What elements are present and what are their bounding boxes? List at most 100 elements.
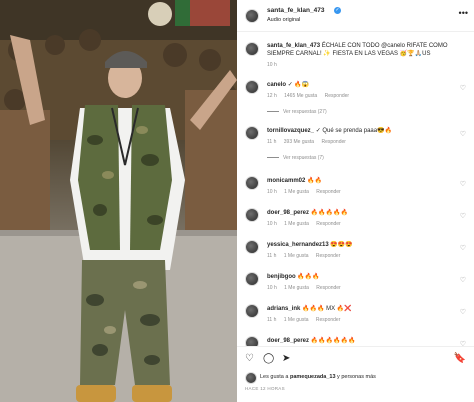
- comment-avatar[interactable]: [245, 80, 259, 94]
- post-timestamp: HACE 12 HORAS: [245, 386, 285, 391]
- heart-icon[interactable]: ♡: [460, 244, 466, 252]
- comment-username[interactable]: doer_98_perez: [267, 210, 309, 216]
- likes-prefix: Les gusta a: [260, 374, 290, 380]
- heart-icon[interactable]: ♡: [460, 212, 466, 220]
- comment-avatar[interactable]: [245, 240, 259, 254]
- comment-text: 🔥🔥🔥: [297, 274, 320, 280]
- heart-icon[interactable]: ♡: [460, 84, 466, 92]
- divider: [267, 157, 279, 159]
- comment-line: tornillovazquez_ ✓ Qué se prenda paaa😎🔥: [267, 127, 392, 134]
- view-replies-label[interactable]: Ver respuestas (7): [283, 155, 324, 161]
- comment-text: 🔥🔥🔥🔥🔥🔥: [310, 338, 356, 344]
- share-icon[interactable]: ➤: [282, 353, 290, 364]
- comment-likes[interactable]: 1 Me gusta: [284, 221, 309, 227]
- comment-meta: 12 h 1465 Me gusta Responder: [267, 93, 355, 99]
- reply-button[interactable]: Responder: [321, 139, 345, 145]
- comment-avatar[interactable]: [245, 208, 259, 222]
- comment-username[interactable]: adrians_ink: [267, 306, 300, 312]
- comment-meta: 11 h 393 Me gusta Responder: [267, 139, 352, 145]
- comment-username[interactable]: canelo: [267, 82, 286, 88]
- comment-time: 10 h: [267, 221, 277, 227]
- comment-username[interactable]: monicamm02: [267, 178, 305, 184]
- likes-text[interactable]: Les gusta a pamequezada_13 y personas má…: [260, 374, 376, 380]
- comment-username[interactable]: benjibgoo: [267, 274, 296, 280]
- comment-username[interactable]: tornillovazquez_: [267, 128, 314, 134]
- comment-text: 🔥🔥🔥🔥🔥: [310, 210, 349, 216]
- comment-avatar[interactable]: [245, 176, 259, 190]
- comment-meta: 10 h 1 Me gusta Responder: [267, 221, 347, 227]
- reply-button[interactable]: Responder: [316, 317, 340, 323]
- comment-likes[interactable]: 1 Me gusta: [284, 253, 309, 259]
- liker-username[interactable]: pamequezada_13: [290, 374, 336, 380]
- comments-list[interactable]: canelo ✓ 🔥😱 12 h 1465 Me gusta Responder…: [237, 76, 474, 346]
- heart-icon[interactable]: ♡: [460, 180, 466, 188]
- comment-item: yessica_hernandez13 😍😍😍 11 h 1 Me gusta …: [237, 236, 474, 268]
- view-replies-label[interactable]: Ver respuestas (27): [283, 109, 327, 115]
- divider: [267, 111, 279, 113]
- post-details-panel: santa_fe_klan_473 ✓ Audio original ••• s…: [237, 0, 474, 402]
- likes-summary: Les gusta a pamequezada_13 y personas má…: [245, 372, 470, 384]
- comment-text: 🔥🔥: [307, 178, 322, 184]
- comment-likes[interactable]: 1 Me gusta: [284, 285, 309, 291]
- author-avatar[interactable]: [245, 9, 259, 23]
- comment-likes[interactable]: 1 Me gusta: [284, 189, 309, 195]
- caption-time: 10 h: [267, 62, 277, 68]
- comment-item: canelo ✓ 🔥😱 12 h 1465 Me gusta Responder…: [237, 76, 474, 108]
- comment-time: 11 h: [267, 139, 277, 145]
- comment-text: 😍😍😍: [330, 242, 353, 248]
- comment-likes[interactable]: 1 Me gusta: [284, 317, 309, 323]
- verified-badge-icon: ✓: [334, 7, 341, 14]
- comment-line: monicamm02 🔥🔥: [267, 177, 322, 184]
- author-username[interactable]: santa_fe_klan_473: [267, 7, 324, 14]
- comment-line: benjibgoo 🔥🔥🔥: [267, 273, 320, 280]
- comment-username[interactable]: doer_98_perez: [267, 338, 309, 344]
- post-media[interactable]: [0, 0, 237, 402]
- comment-line: doer_98_perez 🔥🔥🔥🔥🔥🔥: [267, 337, 356, 344]
- comment-line: adrians_ink 🔥🔥🔥 MX 🔥❌: [267, 305, 352, 312]
- comment-time: 11 h: [267, 253, 277, 259]
- heart-icon[interactable]: ♡: [460, 308, 466, 316]
- comment-avatar[interactable]: [245, 272, 259, 286]
- comment-item: monicamm02 🔥🔥 10 h 1 Me gusta Responder …: [237, 172, 474, 204]
- comment-item: tornillovazquez_ ✓ Qué se prenda paaa😎🔥 …: [237, 122, 474, 154]
- like-icon[interactable]: ♡: [245, 353, 254, 364]
- heart-icon[interactable]: ♡: [460, 276, 466, 284]
- comment-avatar[interactable]: [245, 336, 259, 346]
- comment-meta: 10 h 1 Me gusta Responder: [267, 285, 347, 291]
- post-image: [0, 0, 237, 402]
- likes-suffix: y personas más: [335, 374, 376, 380]
- reply-button[interactable]: Responder: [316, 253, 340, 259]
- comment-username[interactable]: yessica_hernandez13: [267, 242, 329, 248]
- comment-item: benjibgoo 🔥🔥🔥 10 h 1 Me gusta Responder …: [237, 268, 474, 300]
- save-icon[interactable]: 🔖: [454, 353, 466, 364]
- reply-button[interactable]: Responder: [325, 93, 349, 99]
- more-options-icon[interactable]: •••: [459, 8, 468, 18]
- comment-meta: 11 h 1 Me gusta Responder: [267, 317, 346, 323]
- view-replies-button[interactable]: Ver respuestas (7): [267, 155, 324, 161]
- audio-link[interactable]: Audio original: [267, 17, 300, 23]
- post-header: santa_fe_klan_473 ✓ Audio original •••: [237, 0, 474, 32]
- view-replies-button[interactable]: Ver respuestas (27): [267, 109, 327, 115]
- liker-avatar[interactable]: [245, 372, 257, 384]
- comment-text: ✓ Qué se prenda paaa😎🔥: [315, 128, 393, 134]
- reply-button[interactable]: Responder: [316, 189, 340, 195]
- caption-username[interactable]: santa_fe_klan_473: [267, 43, 320, 49]
- comment-item: doer_98_perez 🔥🔥🔥🔥🔥 10 h 1 Me gusta Resp…: [237, 204, 474, 236]
- comment-likes[interactable]: 1465 Me gusta: [284, 93, 317, 99]
- comment-avatar[interactable]: [245, 126, 259, 140]
- comment-line: doer_98_perez 🔥🔥🔥🔥🔥: [267, 209, 348, 216]
- reply-button[interactable]: Responder: [316, 285, 340, 291]
- reply-button[interactable]: Responder: [316, 221, 340, 227]
- comment-time: 11 h: [267, 317, 277, 323]
- comment-avatar[interactable]: [245, 304, 259, 318]
- comment-text: 🔥🔥🔥 MX 🔥❌: [302, 306, 352, 312]
- comment-line: yessica_hernandez13 😍😍😍: [267, 241, 353, 248]
- caption-text: santa_fe_klan_473 ÉCHALE CON TODO @canel…: [267, 42, 472, 58]
- comment-icon[interactable]: ◯: [263, 353, 274, 364]
- comment-text: ✓ 🔥😱: [287, 82, 310, 88]
- heart-icon[interactable]: ♡: [460, 130, 466, 138]
- comment-likes[interactable]: 393 Me gusta: [284, 139, 314, 145]
- comment-meta: 10 h 1 Me gusta Responder: [267, 189, 347, 195]
- comment-time: 10 h: [267, 285, 277, 291]
- caption-avatar[interactable]: [245, 42, 259, 56]
